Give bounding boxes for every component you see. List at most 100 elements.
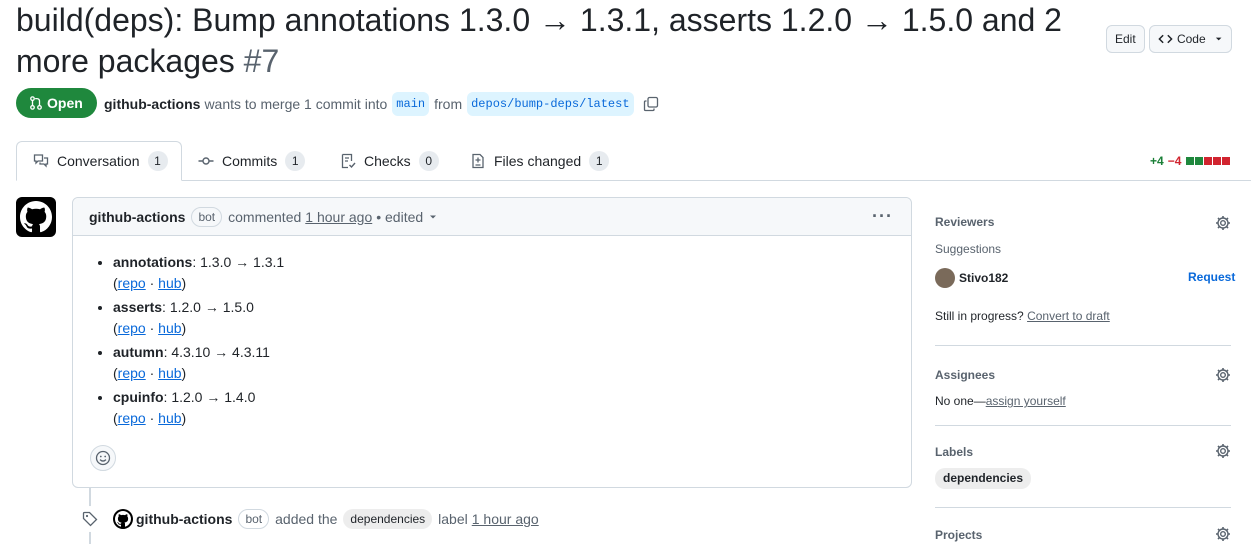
progress-text: Still in progress? [935, 309, 1024, 323]
package-links: (repo · hub) [113, 365, 187, 381]
tab-label: Files changed [494, 153, 582, 169]
assign-yourself-link[interactable]: assign yourself [986, 394, 1066, 408]
assignees-heading[interactable]: Assignees [935, 368, 995, 382]
pr-title-text: build(deps): Bump annotations 1.3.0 → 1.… [16, 2, 1062, 79]
timeline-event-icon [77, 506, 103, 532]
tab-files-changed[interactable]: Files changed 1 [470, 141, 610, 181]
pull-request-icon [30, 96, 42, 110]
repo-link[interactable]: repo [118, 320, 146, 336]
link-separator: · [145, 320, 159, 336]
hub-link[interactable]: hub [158, 410, 181, 426]
meta-merge-text: wants to merge 1 commit into [204, 96, 388, 112]
meta-from-text: from [434, 96, 463, 112]
diff-additions: +4 [1150, 154, 1164, 168]
pr-number: #7 [243, 43, 280, 79]
chevron-down-icon[interactable] [428, 212, 438, 222]
suggested-reviewer[interactable]: Stivo182 [959, 271, 1008, 285]
comment-discussion-icon [33, 154, 49, 168]
code-icon [1158, 34, 1173, 44]
request-review-button[interactable]: Request [1188, 270, 1235, 284]
hub-link[interactable]: hub [158, 320, 181, 336]
list-item: annotations: 1.3.0 → 1.3.1 (repo · hub) [113, 252, 911, 294]
code-button-label: Code [1176, 32, 1206, 46]
assignees-value: No one—assign yourself [935, 394, 1066, 408]
comment-box: github-actions bot commented 1 hour ago … [72, 197, 912, 488]
tab-conversation[interactable]: Conversation 1 [16, 141, 182, 181]
comment-time[interactable]: 1 hour ago [305, 209, 372, 225]
comment-author[interactable]: github-actions [89, 209, 185, 225]
head-branch[interactable]: depos/bump-deps/latest [467, 92, 634, 116]
package-links: (repo · hub) [113, 320, 187, 336]
gear-icon[interactable] [1215, 367, 1231, 383]
tag-icon [82, 511, 98, 527]
repo-link[interactable]: repo [118, 275, 146, 291]
smiley-icon [95, 450, 111, 466]
edit-button[interactable]: Edit [1106, 25, 1145, 53]
status-badge: Open [16, 88, 97, 118]
reviewers-heading[interactable]: Reviewers [935, 215, 994, 229]
checklist-icon [341, 153, 356, 169]
diffstat-square [1186, 157, 1195, 165]
tab-counter: 0 [418, 151, 439, 171]
convert-to-draft-link[interactable]: Convert to draft [1027, 309, 1110, 323]
tab-counter: 1 [589, 151, 610, 171]
github-mark-icon [115, 511, 131, 527]
list-item: cpuinfo: 1.2.0 → 1.4.0 (repo · hub) [113, 387, 911, 429]
gear-icon[interactable] [1215, 526, 1231, 542]
timeline-time[interactable]: 1 hour ago [472, 511, 539, 527]
hub-link[interactable]: hub [158, 365, 181, 381]
timeline-suffix: label [438, 511, 468, 527]
link-separator: · [145, 365, 159, 381]
list-item: autumn: 4.3.10 → 4.3.11 (repo · hub) [113, 342, 911, 384]
avatar[interactable] [113, 509, 133, 529]
no-assignee-text: No one— [935, 394, 986, 408]
package-name: annotations [113, 254, 193, 270]
hub-link[interactable]: hub [158, 275, 181, 291]
diff-deletions: −4 [1167, 154, 1182, 168]
repo-link[interactable]: repo [118, 365, 146, 381]
label-badge[interactable]: dependencies [343, 509, 433, 529]
bot-label: bot [191, 206, 223, 227]
copy-icon[interactable] [643, 96, 659, 112]
package-change: : 1.2.0 → 1.5.0 [162, 299, 254, 315]
label-badge[interactable]: dependencies [935, 468, 1032, 489]
gear-icon[interactable] [1215, 443, 1231, 459]
tab-commits[interactable]: Commits 1 [198, 141, 306, 181]
link-separator: · [145, 410, 159, 426]
package-change: : 1.2.0 → 1.4.0 [163, 389, 256, 405]
code-button[interactable]: Code [1149, 25, 1232, 53]
timeline-author[interactable]: github-actions [136, 511, 232, 527]
package-change: : 1.3.0 → 1.3.1 [192, 254, 285, 270]
package-name: asserts [113, 299, 163, 315]
edit-button-label: Edit [1115, 32, 1136, 46]
avatar[interactable] [16, 197, 56, 237]
bot-label: bot [238, 509, 270, 529]
timeline-action: added the [275, 511, 338, 527]
diff-squares [1185, 157, 1231, 165]
comment-edited[interactable]: • edited [376, 209, 423, 225]
repo-link[interactable]: repo [118, 410, 146, 426]
base-branch[interactable]: main [392, 92, 430, 116]
file-diff-icon [472, 153, 484, 169]
package-links: (repo · hub) [113, 410, 187, 426]
labels-heading[interactable]: Labels [935, 445, 973, 459]
diffstat-square [1222, 157, 1231, 165]
status-label: Open [47, 95, 83, 111]
package-change: : 4.3.10 → 4.3.11 [163, 344, 270, 360]
sidebar-divider [935, 345, 1231, 346]
gear-icon[interactable] [1215, 215, 1231, 231]
sidebar-divider [935, 507, 1231, 508]
package-links: (repo · hub) [113, 275, 187, 291]
projects-heading[interactable]: Projects [935, 528, 982, 542]
link-separator: · [145, 275, 159, 291]
tab-checks[interactable]: Checks 0 [340, 141, 439, 181]
package-name: autumn [113, 344, 164, 360]
kebab-menu-icon[interactable]: ··· [872, 206, 893, 227]
add-reaction-button[interactable] [90, 445, 116, 471]
timeline-event: github-actions bot added the dependencie… [113, 509, 539, 529]
draft-prompt: Still in progress? Convert to draft [935, 309, 1110, 323]
avatar[interactable] [935, 268, 955, 288]
meta-author[interactable]: github-actions [104, 94, 200, 114]
pr-title: build(deps): Bump annotations 1.3.0 → 1.… [16, 0, 1086, 82]
package-list: annotations: 1.3.0 → 1.3.1 (repo · hub) … [113, 252, 911, 429]
